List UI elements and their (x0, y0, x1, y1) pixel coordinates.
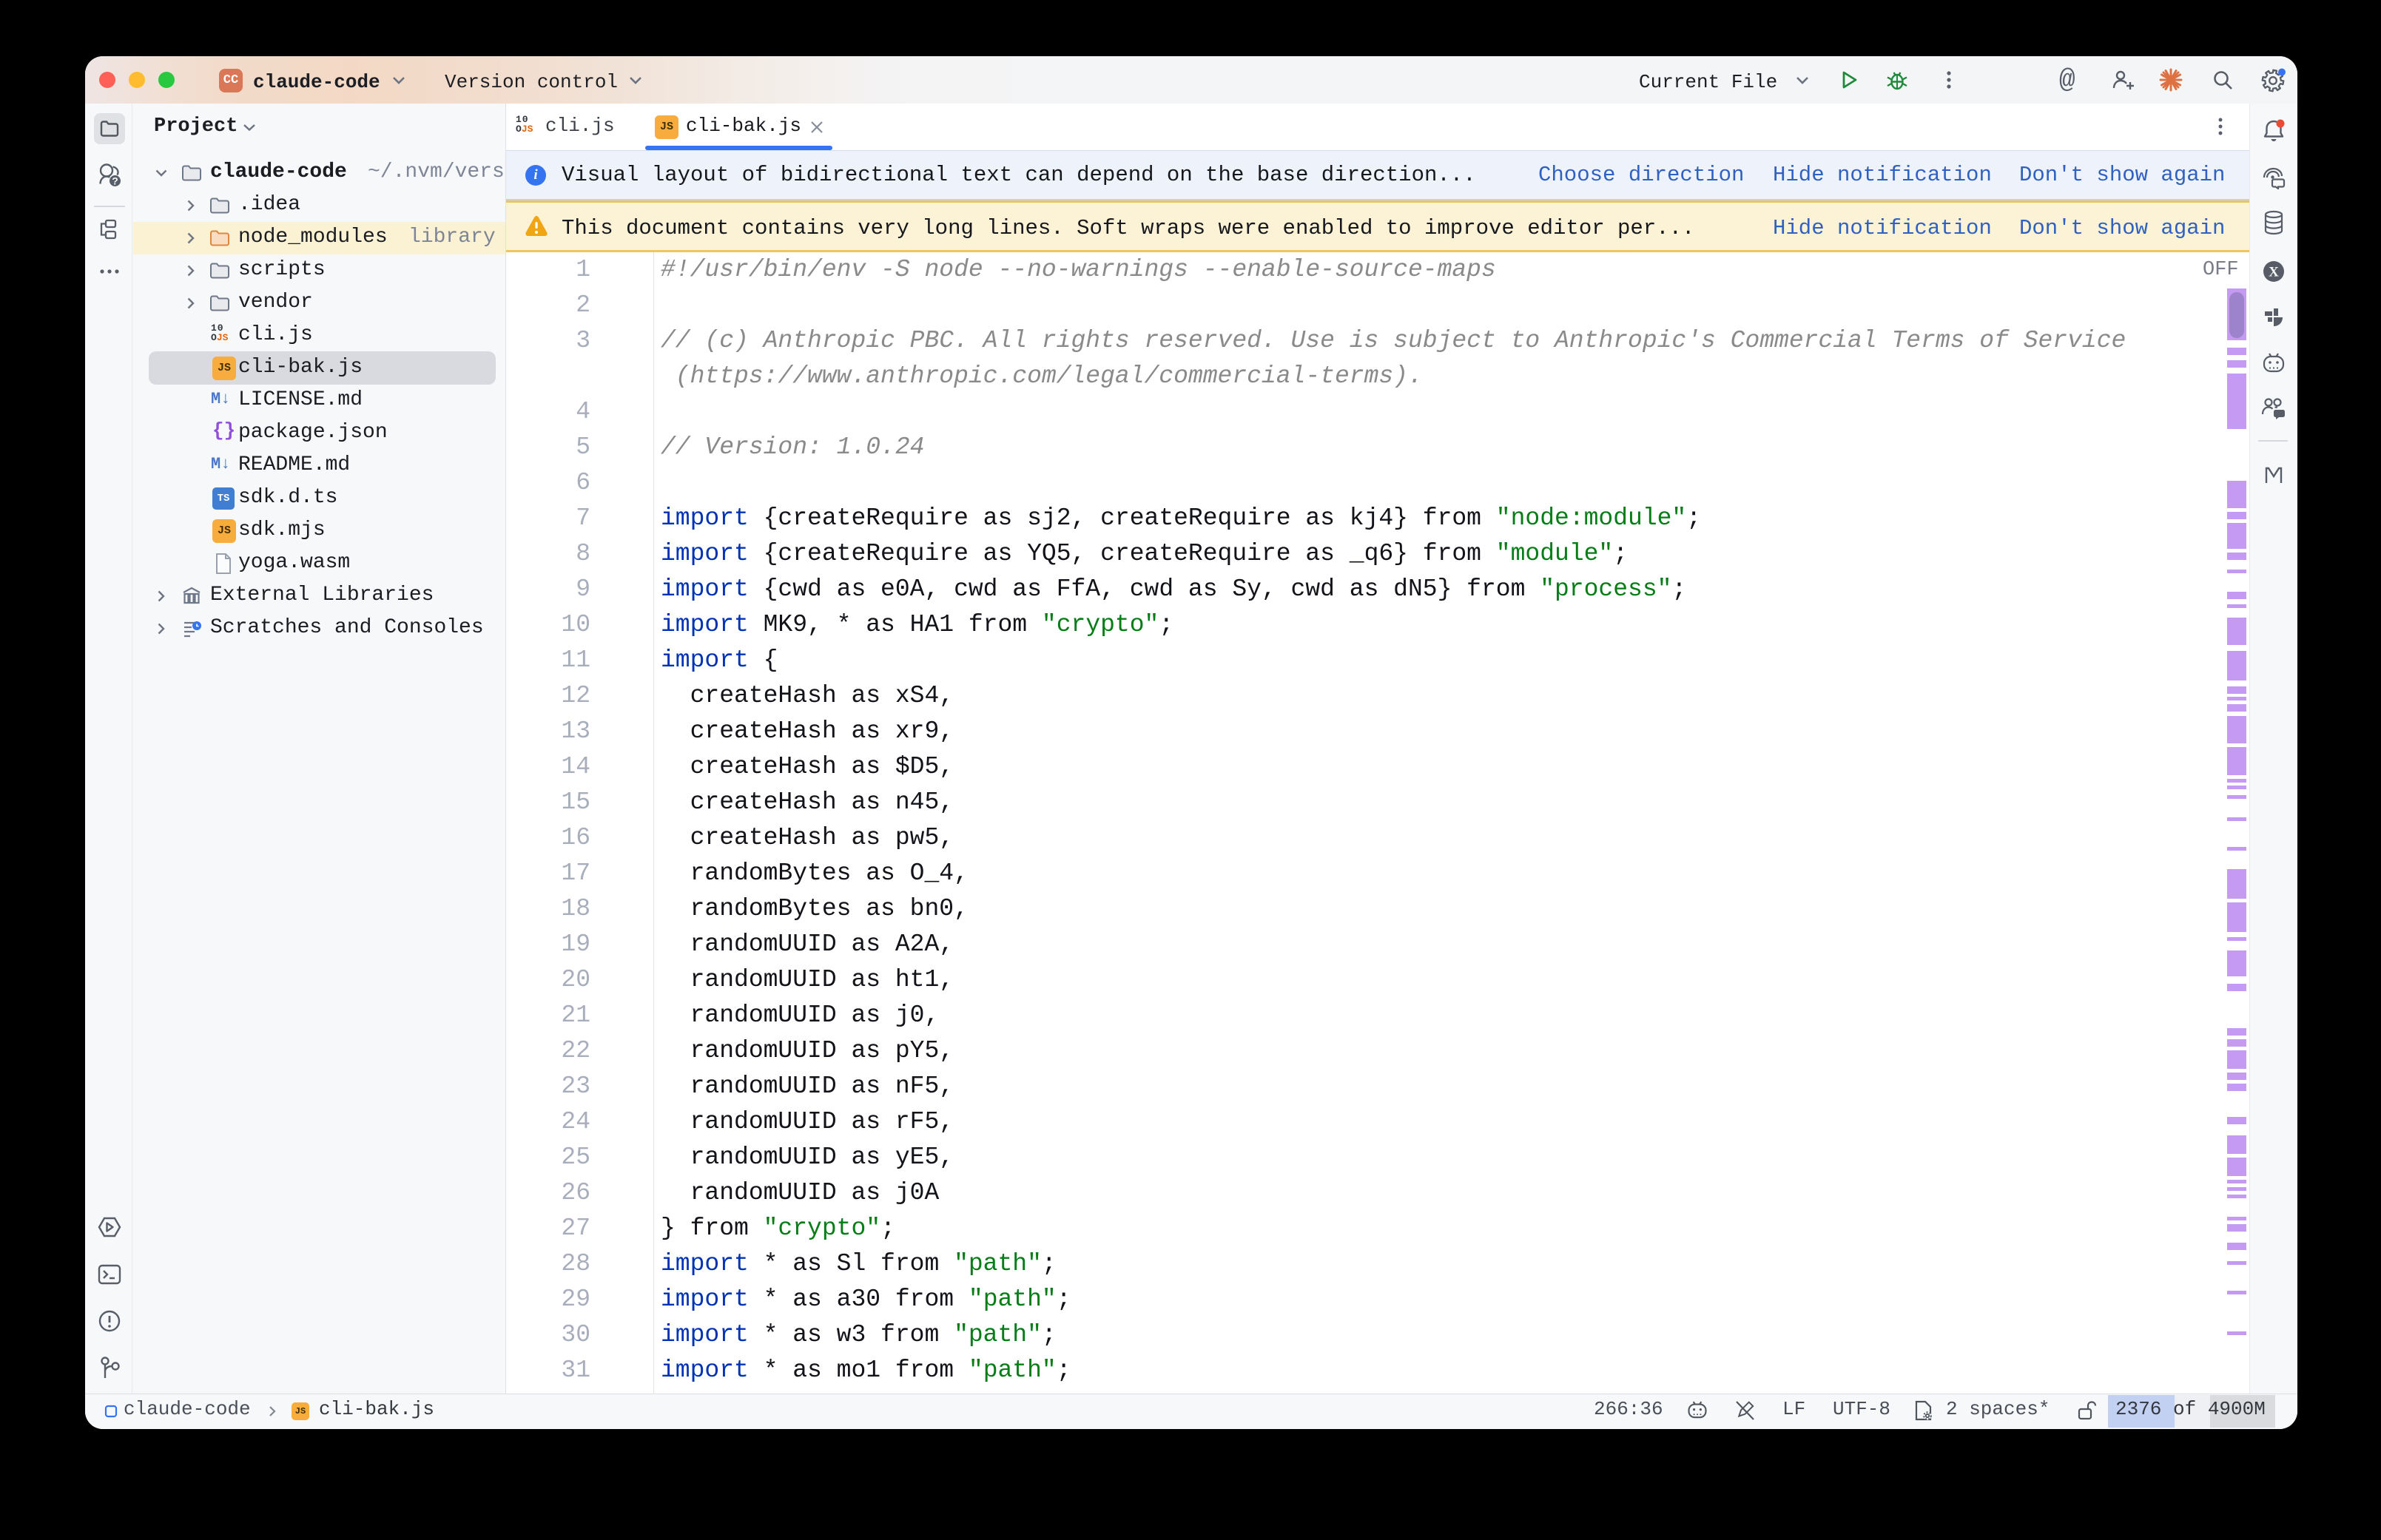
svg-text:?: ? (112, 175, 118, 187)
svg-text:X: X (2269, 265, 2279, 280)
